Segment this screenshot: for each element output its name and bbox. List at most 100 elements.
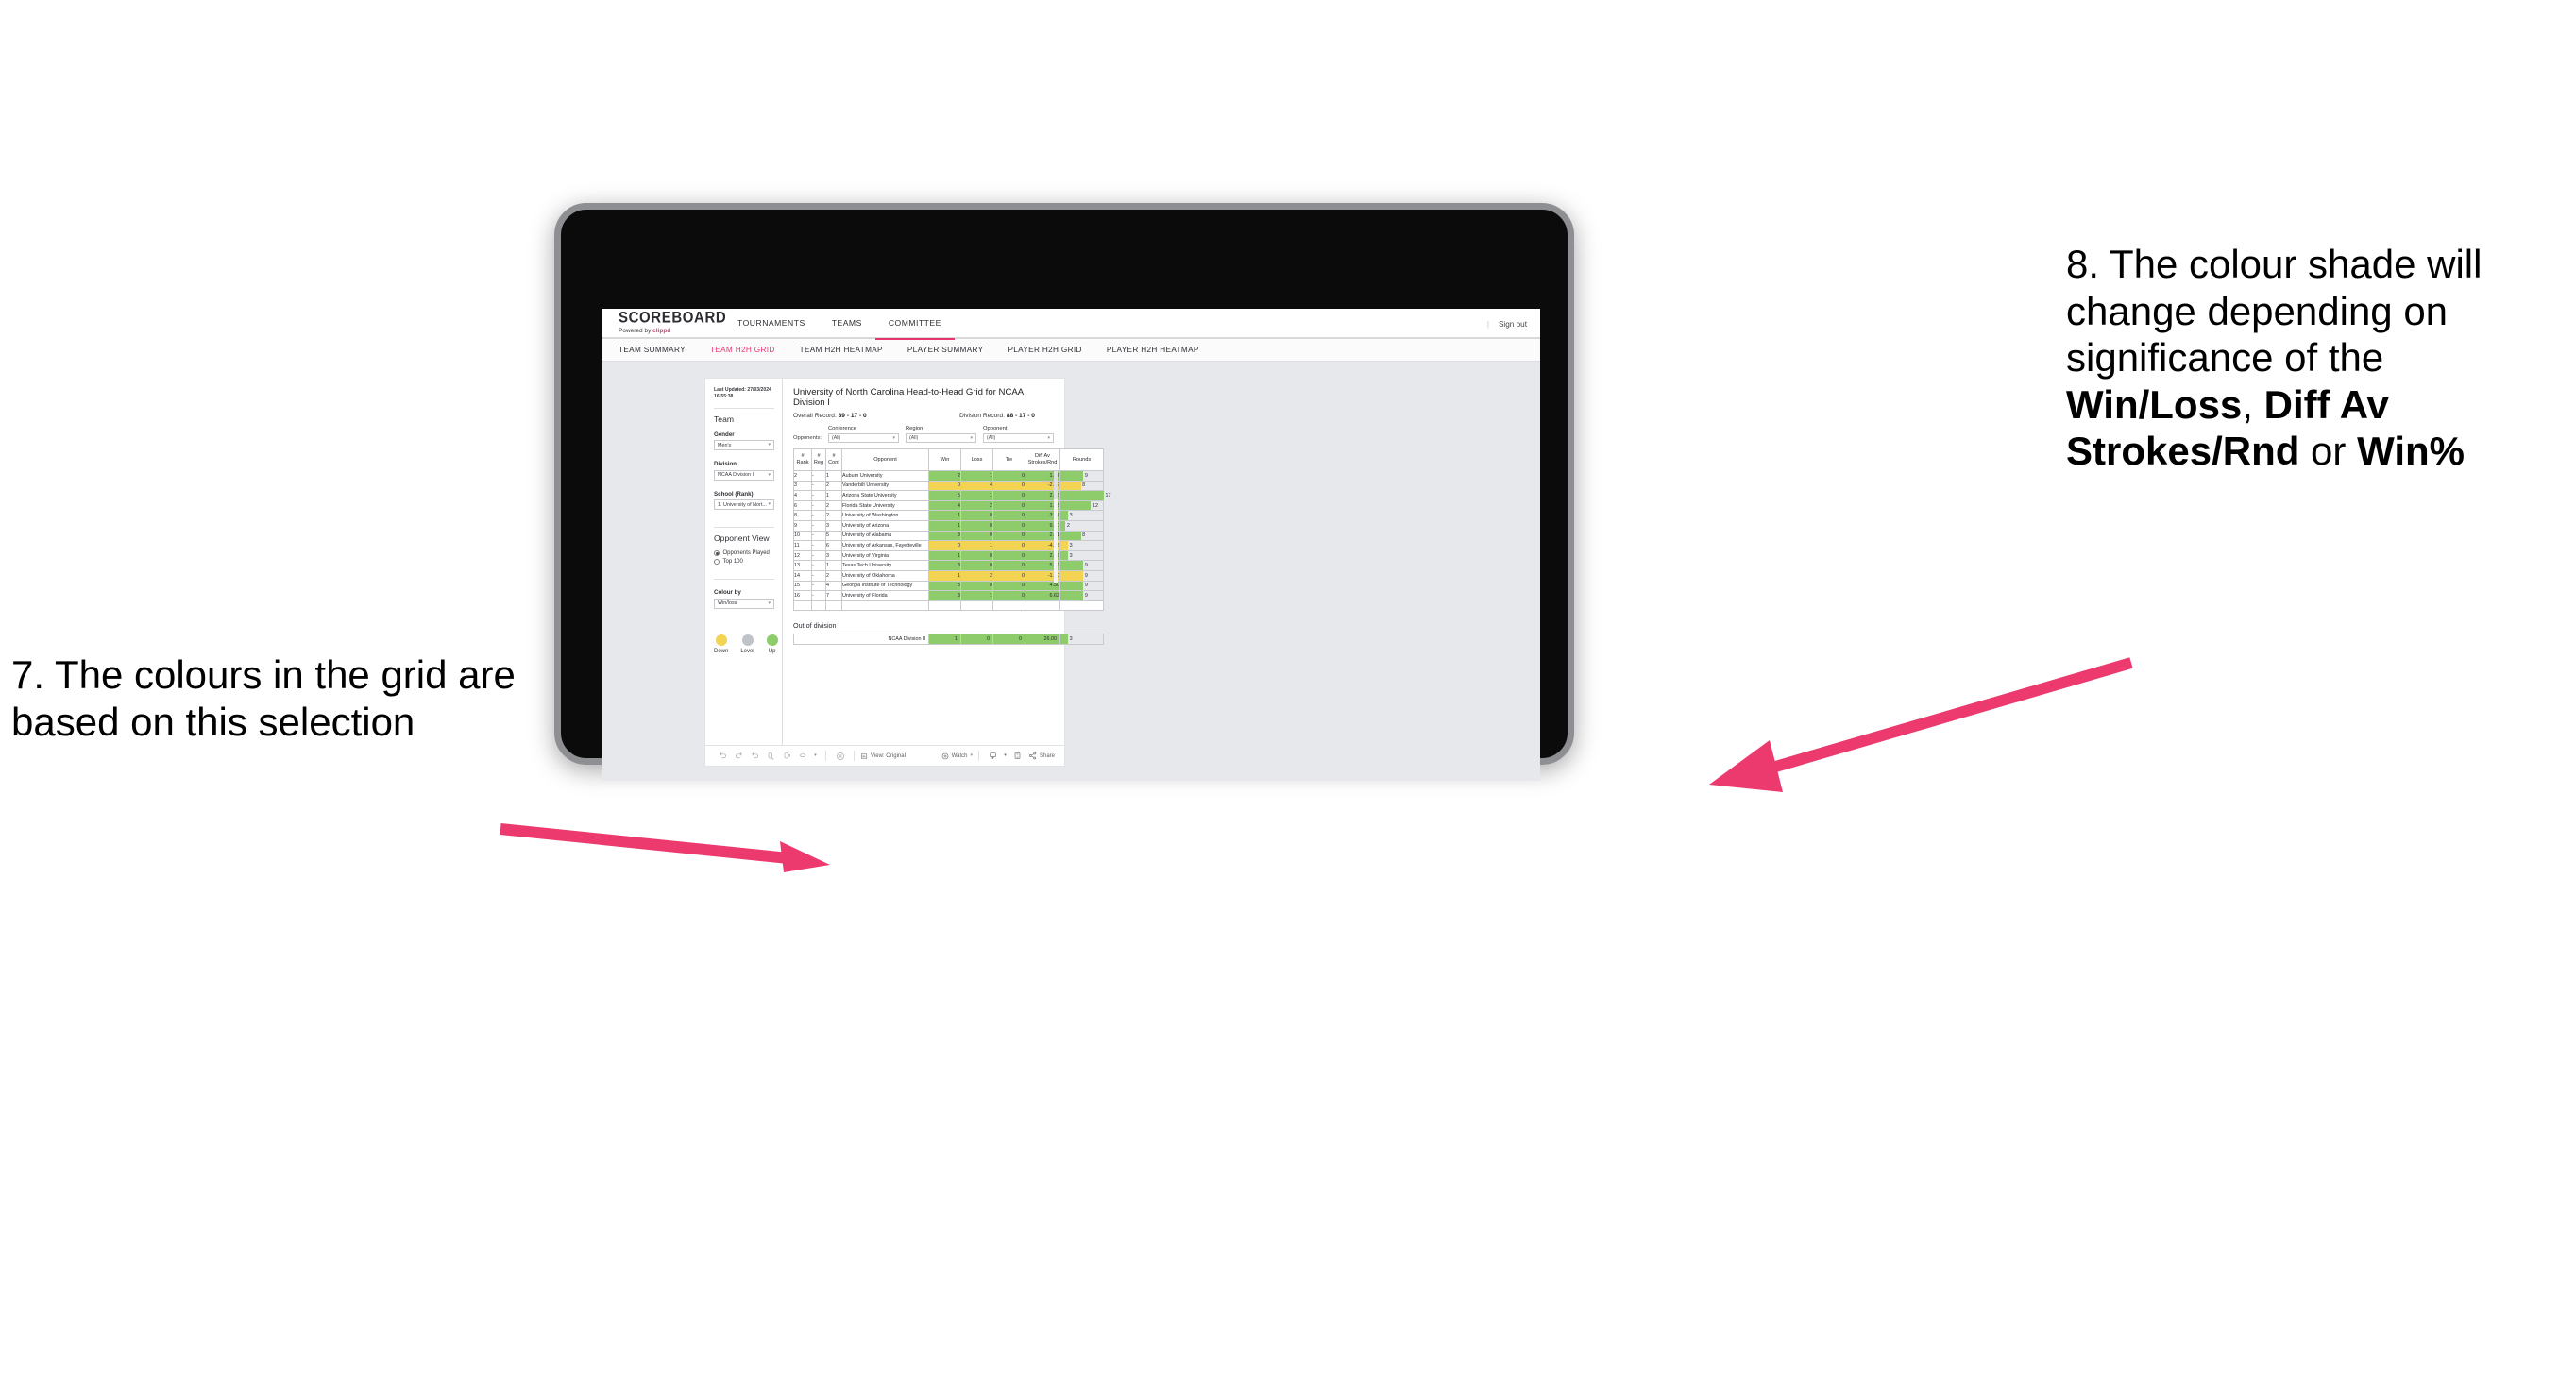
visualization-body: Last Updated: 27/03/2024 16:55:38 Team G… [705, 379, 1111, 745]
col-rounds[interactable]: Rounds [1059, 448, 1104, 471]
device-preview-chevron-icon[interactable]: ▾ [811, 749, 820, 764]
brand-sub-accent: clippd [652, 327, 671, 334]
col-win[interactable]: Win [928, 448, 961, 471]
brand-subtitle: Powered by clippd [619, 327, 724, 335]
cell-loss: 4 [960, 480, 993, 492]
secondary-nav: TEAM SUMMARY TEAM H2H GRID TEAM H2H HEAT… [602, 339, 1540, 362]
brand-title: SCOREBOARD [619, 309, 727, 327]
gender-select[interactable]: Men's ▾ [714, 440, 774, 451]
arrow-left [500, 823, 830, 872]
cell-rank: 12 [793, 549, 812, 562]
cell-reg: - [811, 499, 826, 512]
colour-by-select[interactable]: Win/loss ▾ [714, 598, 774, 609]
sign-out-link[interactable]: Sign out [1499, 320, 1527, 329]
col-tie[interactable]: Tie [992, 448, 1025, 471]
cell-win: 3 [928, 530, 961, 542]
col-opponent[interactable]: Opponent [841, 448, 929, 471]
tab-player-h2h-heatmap[interactable]: PLAYER H2H HEATMAP [1107, 346, 1199, 354]
school-select[interactable]: 1. University of Nort... ▾ [714, 499, 774, 511]
col-rank-l2: Rank [796, 460, 809, 465]
redo-icon[interactable] [731, 749, 747, 764]
col-conf[interactable]: # Conf [825, 448, 842, 471]
nav-committee[interactable]: COMMITTEE [874, 309, 955, 340]
col-reg[interactable]: # Reg [811, 448, 826, 471]
undo-icon[interactable] [715, 749, 731, 764]
view-original-button[interactable]: View: Original [860, 752, 906, 760]
rounds-value: 2 [1066, 522, 1070, 529]
toolbar-divider [854, 751, 855, 761]
colour-by-field: Colour by Win/loss ▾ [714, 589, 774, 609]
col-conf-l2: Conf [828, 460, 839, 465]
col-loss[interactable]: Loss [960, 448, 993, 471]
conference-select[interactable]: (All) ▾ [827, 433, 899, 443]
cell-blank [992, 600, 1025, 612]
cell-rank: 4 [793, 490, 812, 501]
tablet-screen: SCOREBOARD Powered by clippd TOURNAMENTS… [602, 309, 1540, 781]
cell-tie: 0 [992, 530, 1025, 542]
col-diff-l1: Diff Av [1035, 453, 1050, 460]
pause-auto-update-icon[interactable] [779, 749, 795, 764]
cell-tie: 0 [992, 590, 1025, 601]
radio-icon-selected [714, 550, 720, 557]
opponents-label: Opponents: [793, 434, 822, 441]
tab-player-h2h-grid[interactable]: PLAYER H2H GRID [1008, 346, 1081, 354]
grid-wrapper: # Rank # Reg # Conf Opponent Win Loss Tie D… [793, 448, 1111, 612]
tab-player-summary[interactable]: PLAYER SUMMARY [907, 346, 984, 354]
refresh-data-icon[interactable] [763, 749, 779, 764]
legend-item-down: Down [714, 634, 728, 654]
division-select[interactable]: NCAA Division I ▾ [714, 469, 774, 481]
cell-reg: - [811, 549, 826, 562]
radio-opponents-played[interactable]: Opponents Played [714, 550, 774, 557]
rounds-bar [1060, 481, 1081, 491]
cell-conf: 2 [825, 480, 842, 492]
radio-top-100[interactable]: Top 100 [714, 559, 774, 566]
download-icon[interactable] [985, 749, 1001, 764]
pause-icon[interactable] [832, 749, 848, 764]
download-chevron-icon[interactable]: ▾ [1001, 749, 1009, 764]
opponent-select[interactable]: (All) ▾ [982, 433, 1054, 443]
cell-rank: 16 [793, 590, 812, 601]
legend-dot-up [766, 634, 778, 646]
cell-rank: 2 [793, 470, 812, 482]
cell-tie: 0 [992, 549, 1025, 562]
division-record-label: Division Record: [959, 413, 1007, 419]
tab-team-summary[interactable]: TEAM SUMMARY [619, 346, 686, 354]
share-button[interactable]: Share [1028, 752, 1055, 760]
nav-tournaments[interactable]: TOURNAMENTS [724, 309, 819, 340]
device-preview-icon[interactable] [795, 749, 811, 764]
nav-teams[interactable]: TEAMS [819, 309, 875, 340]
cell-win: 4 [928, 499, 961, 512]
table-row[interactable]: NCAA Division II 1 0 0 26.00 3 [793, 634, 1104, 646]
fullscreen-icon[interactable] [1009, 749, 1025, 764]
table-row[interactable]: 16-7 University of Florida 3 1 0 6.62 9 [793, 590, 1104, 601]
annotation-right-text: 8. The colour shade will change dependin… [2066, 242, 2483, 380]
cell-reg: - [811, 519, 826, 532]
tab-team-h2h-heatmap[interactable]: TEAM H2H HEATMAP [800, 346, 883, 354]
cell-opponent: University of Oklahoma [841, 569, 929, 582]
cell-conf: 3 [825, 549, 842, 562]
region-filter: Region (All) ▾ [905, 426, 976, 443]
cell-opponent: University of Virginia [841, 549, 929, 562]
grid-scrollbar-thumb[interactable] [1054, 471, 1058, 499]
legend-item-level: Level [740, 634, 754, 654]
gender-field: Gender Men's ▾ [714, 431, 774, 451]
cell-loss: 1 [960, 490, 993, 501]
division-value: NCAA Division I [718, 472, 754, 479]
revert-icon[interactable] [747, 749, 763, 764]
cell-tie: 0 [992, 634, 1025, 646]
col-diff[interactable]: Diff Av Strokes/Rnd [1025, 448, 1060, 471]
grid-scrollbar[interactable] [1054, 471, 1058, 583]
region-select[interactable]: (All) ▾ [905, 433, 976, 443]
cell-opponent: Vanderbilt University [841, 480, 929, 492]
col-rank[interactable]: # Rank [793, 448, 812, 471]
cell-tie: 0 [992, 510, 1025, 521]
cell-conf: 2 [825, 499, 842, 512]
sign-out-divider: | [1486, 319, 1489, 329]
tab-team-h2h-grid[interactable]: TEAM H2H GRID [710, 346, 775, 354]
cell-tie: 0 [992, 560, 1025, 571]
cell-diff: 6.62 [1025, 590, 1060, 601]
cell-loss: 0 [960, 510, 993, 521]
rounds-bar [1060, 511, 1069, 520]
watch-button[interactable]: Watch ▾ [941, 752, 973, 760]
rounds-bar [1060, 531, 1081, 541]
